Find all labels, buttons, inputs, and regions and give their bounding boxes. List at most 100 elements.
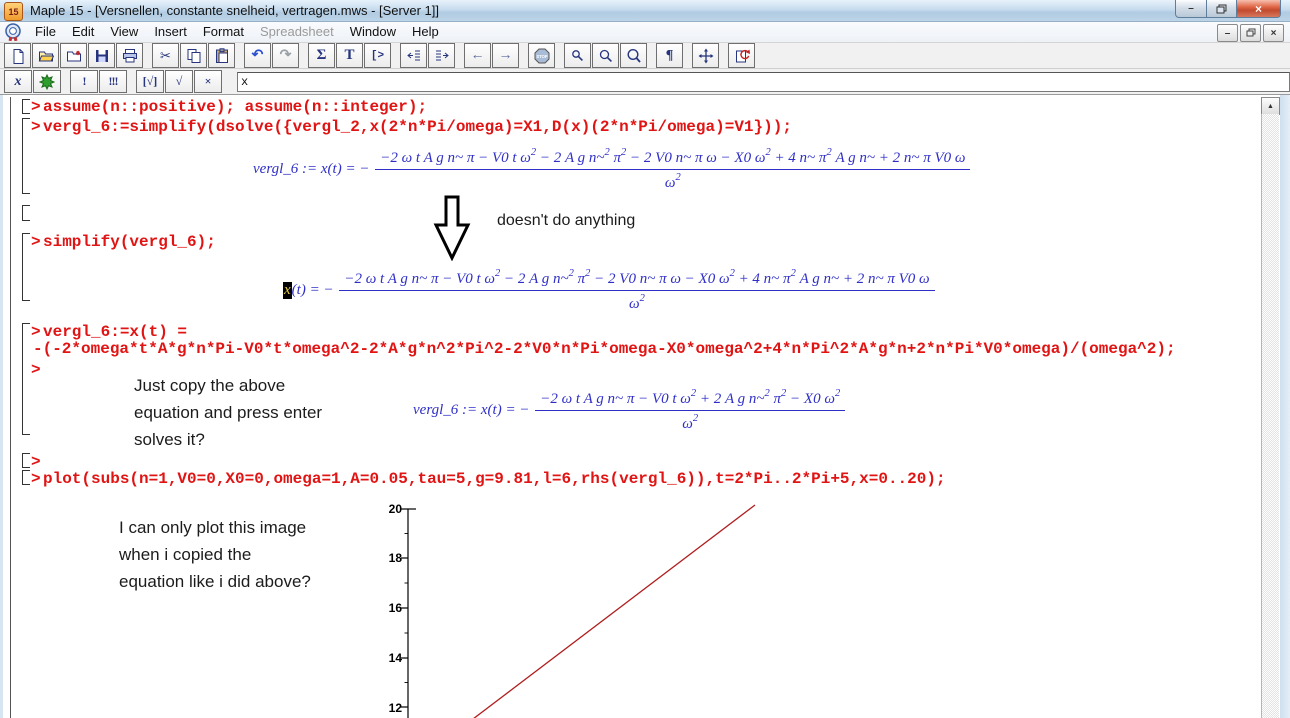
annotation-plot-line3: equation like i did above? — [119, 572, 311, 592]
execute-icon: ! — [83, 74, 86, 89]
x-cancel-icon: × — [205, 74, 212, 89]
maximize-button[interactable] — [1207, 0, 1236, 18]
save-icon — [94, 48, 110, 64]
variable-x-icon: x — [15, 74, 22, 90]
menu-file[interactable]: File — [27, 22, 64, 42]
print-icon — [122, 48, 138, 64]
input-line-simplify[interactable]: simplify(vergl_6); — [43, 233, 216, 251]
input-line-dsolve[interactable]: vergl_6:=simplify(dsolve({vergl_2,x(2*n*… — [43, 118, 792, 136]
paste-button[interactable] — [208, 43, 235, 68]
mdi-minimize-button[interactable]: – — [1217, 24, 1238, 42]
menu-view[interactable]: View — [102, 22, 146, 42]
input-prompt: > — [31, 453, 41, 471]
input-line-vergl6-part1[interactable]: vergl_6:=x(t) = — [43, 323, 187, 341]
save-button[interactable] — [88, 43, 115, 68]
mdi-restore-icon — [1246, 28, 1256, 38]
insert-text-button[interactable]: T — [336, 43, 363, 68]
outdent-button[interactable] — [400, 43, 427, 68]
zoom-in-button[interactable] — [620, 43, 647, 68]
accept-button[interactable]: √ — [165, 70, 193, 93]
undo-icon: ↶ — [252, 47, 264, 64]
execute-button[interactable]: ! — [70, 70, 98, 93]
copy-button[interactable] — [180, 43, 207, 68]
fraction-numerator: −2 ω t A g n~ π − V0 t ω2 + 2 A g n~2 π2… — [535, 388, 845, 411]
expand-worksheet-button[interactable] — [692, 43, 719, 68]
cancel-button[interactable]: × — [194, 70, 222, 93]
open-button[interactable] — [32, 43, 59, 68]
expression-input[interactable] — [237, 72, 1290, 92]
undo-button[interactable]: ↶ — [244, 43, 271, 68]
autocorrect-button[interactable]: [√] — [136, 70, 164, 93]
zoom-out-icon — [598, 48, 614, 64]
menu-help[interactable]: Help — [404, 22, 447, 42]
paste-icon — [214, 48, 230, 64]
fraction-denominator: ω2 — [665, 170, 681, 192]
input-prompt: > — [31, 323, 41, 341]
new-document-button[interactable] — [4, 43, 31, 68]
check-icon: √ — [176, 74, 183, 89]
back-button[interactable]: ← — [464, 43, 491, 68]
cut-button[interactable]: ✂ — [152, 43, 179, 68]
plot-output[interactable] — [380, 501, 1260, 718]
input-line-assume[interactable]: assume(n::positive); assume(n::integer); — [43, 98, 427, 116]
fraction-denominator: ω2 — [629, 291, 645, 313]
input-prompt: > — [31, 118, 41, 136]
math-output-3: vergl_6 := x(t) = − −2 ω t A g n~ π − V0… — [413, 382, 845, 438]
show-invisibles-button[interactable]: ¶ — [656, 43, 683, 68]
menu-edit[interactable]: Edit — [64, 22, 102, 42]
fraction-numerator: −2 ω t A g n~ π − V0 t ω2 − 2 A g n~2 π2… — [375, 147, 970, 170]
svg-text:STOP: STOP — [536, 53, 548, 58]
insert-prompt-button[interactable]: [> — [364, 43, 391, 68]
forward-button[interactable]: → — [492, 43, 519, 68]
annotation-copy-line2: equation and press enter — [134, 403, 322, 423]
worksheet-area[interactable]: > assume(n::positive); assume(n::integer… — [0, 94, 1290, 718]
outdent-icon — [406, 48, 422, 64]
worksheet-range-line — [10, 97, 11, 718]
input-prompt: > — [31, 98, 41, 116]
input-prompt: > — [31, 233, 41, 251]
window-left-frame — [0, 95, 3, 718]
execute-all-button[interactable]: !!! — [99, 70, 127, 93]
y-axis — [401, 509, 416, 718]
vertical-scrollbar[interactable] — [1261, 114, 1279, 718]
maple-input-button[interactable] — [33, 70, 61, 93]
back-arrow-icon: ← — [471, 48, 485, 64]
selected-x: x — [283, 282, 292, 299]
annotation-copy-line3: solves it? — [134, 430, 205, 450]
input-line-plot[interactable]: plot(subs(n=1,V0=0,X0=0,omega=1,A=0.05,t… — [43, 470, 946, 488]
math-output-2: x(t) = − −2 ω t A g n~ π − V0 t ω2 − 2 A… — [283, 262, 935, 318]
maple-leaf-icon — [39, 74, 55, 90]
math-output-1: vergl_6 := x(t) = − −2 ω t A g n~ π − V0… — [253, 141, 970, 197]
math-mode-button[interactable]: x — [4, 70, 32, 93]
minimize-button[interactable]: – — [1175, 0, 1207, 18]
cut-icon: ✂ — [160, 48, 171, 64]
stop-button[interactable]: STOP — [528, 43, 555, 68]
restart-button[interactable] — [728, 43, 755, 68]
zoom-reset-button[interactable] — [564, 43, 591, 68]
open-folder-icon — [38, 48, 54, 64]
redo-button[interactable]: ↷ — [272, 43, 299, 68]
menu-insert[interactable]: Insert — [146, 22, 195, 42]
insert-math-button[interactable]: Σ — [308, 43, 335, 68]
menu-window[interactable]: Window — [342, 22, 404, 42]
indent-button[interactable] — [428, 43, 455, 68]
menu-bar: File Edit View Insert Format Spreadsheet… — [0, 22, 1290, 43]
stop-icon: STOP — [534, 48, 550, 64]
print-button[interactable] — [116, 43, 143, 68]
menu-format[interactable]: Format — [195, 22, 252, 42]
execution-group-bracket — [22, 99, 30, 114]
forward-arrow-icon: → — [499, 48, 513, 64]
annotation-copy-line1: Just copy the above — [134, 376, 285, 396]
execution-group-bracket — [22, 205, 30, 221]
close-button[interactable]: × — [1236, 0, 1281, 18]
scroll-up-button[interactable]: ▲ — [1261, 97, 1280, 115]
fraction-denominator: ω2 — [682, 411, 698, 433]
annotation-plot-line2: when i copied the — [119, 545, 251, 565]
mdi-close-button[interactable]: × — [1263, 24, 1284, 42]
input-line-vergl6-part2[interactable]: -(-2*omega*t*A*g*n*Pi-V0*t*omega^2-2*A*g… — [33, 340, 1176, 358]
open-url-button[interactable] — [60, 43, 87, 68]
bracket-check-icon: [√] — [143, 74, 158, 89]
zoom-out-button[interactable] — [592, 43, 619, 68]
mdi-restore-button[interactable] — [1240, 24, 1261, 42]
execute-all-icon: !!! — [109, 74, 118, 89]
